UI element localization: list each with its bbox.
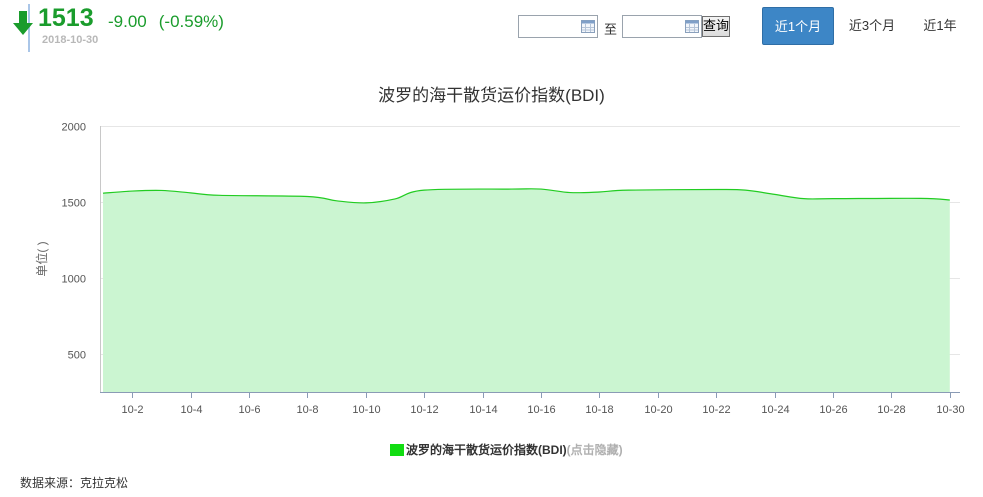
- x-tick-label: 10-10: [352, 404, 380, 416]
- bdi-chart: 500 1000 1500 2000 10-2 10-4 10-6 10-8 10-10 10-1…: [34, 122, 965, 417]
- data-source: 数据来源：克拉克松: [20, 476, 129, 490]
- x-tick-label: 10-4: [180, 404, 202, 416]
- x-tick-label: 10-12: [410, 404, 438, 416]
- y-tick-label: 1500: [62, 198, 86, 210]
- y-tick-label: 500: [68, 350, 86, 362]
- legend-series-label: 波罗的海干散货运价指数(BDI): [406, 443, 567, 457]
- x-tick-label: 10-2: [121, 404, 143, 416]
- x-tick-label: 10-16: [527, 404, 555, 416]
- y-tick-label: 2000: [62, 122, 86, 134]
- x-tick-label: 10-30: [936, 404, 964, 416]
- x-tick-label: 10-6: [238, 404, 260, 416]
- legend-hide-hint: (点击隐藏): [566, 443, 623, 457]
- x-tick-label: 10-20: [644, 404, 672, 416]
- y-tick-label: 1000: [62, 274, 86, 286]
- x-tick-label: 10-8: [296, 404, 318, 416]
- x-tick-label: 10-28: [877, 404, 905, 416]
- x-tick-label: 10-24: [761, 404, 789, 416]
- x-tick-label: 10-26: [819, 404, 847, 416]
- x-tick-label: 10-18: [585, 404, 613, 416]
- y-axis-label: 单位( ): [34, 241, 49, 276]
- legend-swatch: [390, 444, 404, 456]
- x-tick-label: 10-14: [469, 404, 497, 416]
- x-tick-label: 10-22: [702, 404, 730, 416]
- series-area: [103, 188, 950, 392]
- legend-item-bdi[interactable]: 波罗的海干散货运价指数(BDI)(点击隐藏): [390, 441, 623, 458]
